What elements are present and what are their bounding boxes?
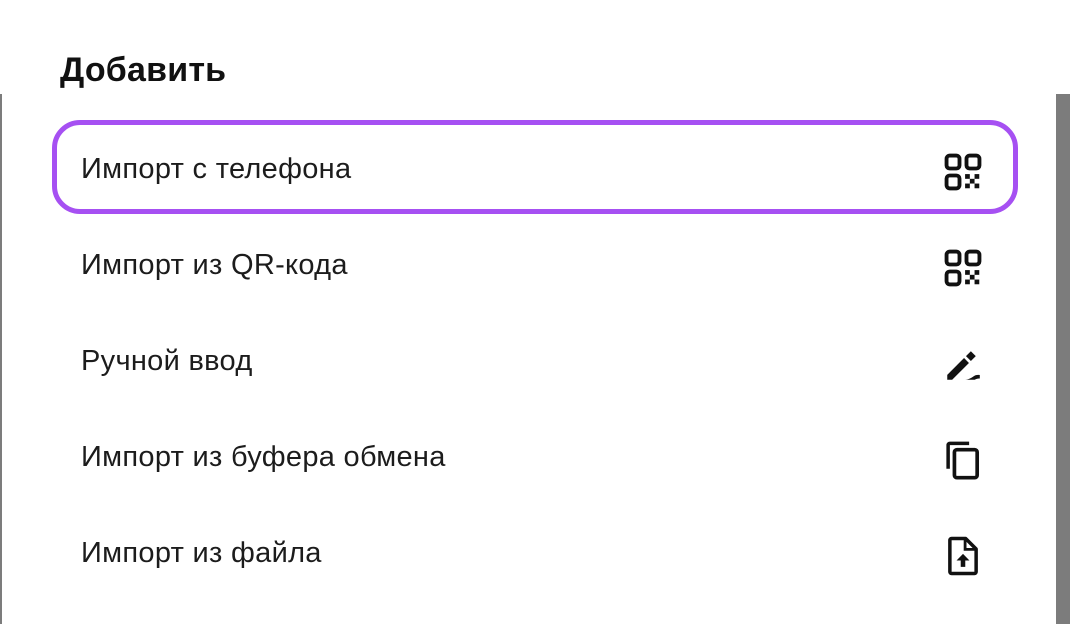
dialog-title: Добавить <box>60 51 227 89</box>
menu-item-import-from-qr[interactable]: Импорт из QR-кода <box>2 216 1056 312</box>
menu-item-label: Импорт с телефона <box>81 153 352 185</box>
menu-item-import-from-clipboard[interactable]: Импорт из буфера обмена <box>2 408 1056 504</box>
menu-item-label: Импорт из буфера обмена <box>81 441 446 473</box>
qr-code-icon <box>942 151 984 193</box>
menu-item-import-from-phone[interactable]: Импорт с телефона <box>2 120 1056 216</box>
menu-item-label: Ручной ввод <box>81 345 253 377</box>
menu-item-label: Импорт из QR-кода <box>81 249 348 281</box>
copy-icon <box>942 439 984 481</box>
add-dialog: Добавить Импорт с телефона Импорт из QR-… <box>2 0 1056 624</box>
file-upload-icon <box>942 535 984 577</box>
edit-pencil-icon <box>942 343 984 385</box>
menu-item-label: Импорт из файла <box>81 537 322 569</box>
add-options-list: Импорт с телефона Импорт из QR-кода Ручн… <box>2 120 1056 600</box>
menu-item-import-from-file[interactable]: Импорт из файла <box>2 504 1056 600</box>
qr-code-icon <box>942 247 984 289</box>
menu-item-manual-entry[interactable]: Ручной ввод <box>2 312 1056 408</box>
